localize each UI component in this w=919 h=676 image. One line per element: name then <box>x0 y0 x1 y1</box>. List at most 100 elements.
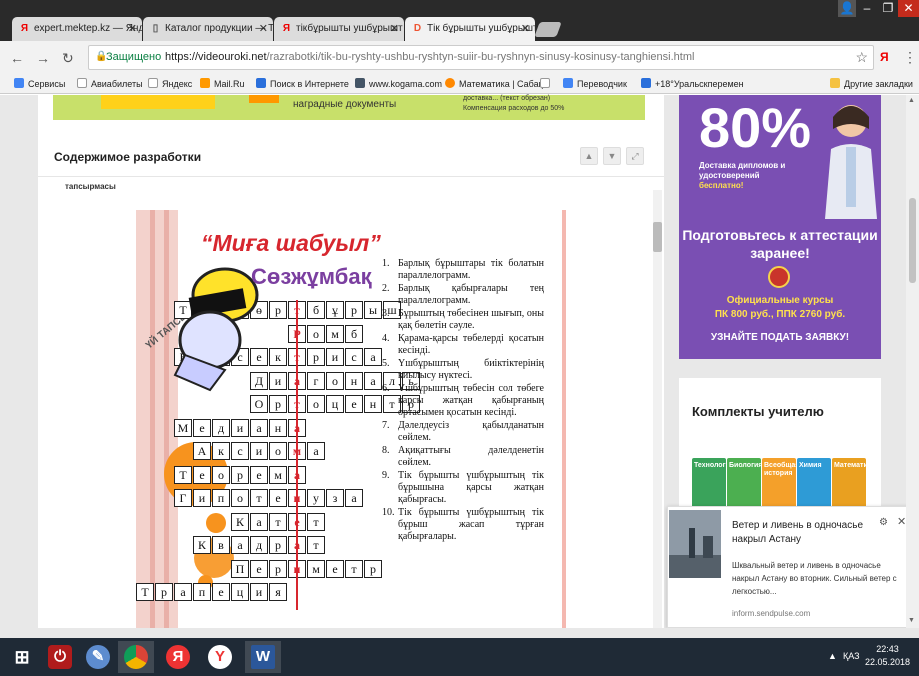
bookmark-item[interactable]: Яндекс <box>148 78 192 89</box>
page-scrollbar[interactable]: ▲ ▼ <box>906 95 919 628</box>
arrow-down-icon[interactable]: ▼ <box>603 147 621 165</box>
document-scrollbar[interactable] <box>653 190 662 628</box>
ad-free-text: бесплатно! <box>699 181 744 190</box>
crossword-cell: и <box>269 371 287 390</box>
bookmark-item[interactable]: Mail.Ru <box>200 78 245 89</box>
close-tab-icon[interactable]: ✕ <box>259 22 268 35</box>
tab-1[interactable]: Я expert.mektep.kz — Янде ✕ <box>12 17 142 41</box>
url-text[interactable]: https://videouroki.net/razrabotki/tik-bu… <box>165 51 694 63</box>
clock[interactable]: 22:43 22.05.2018 <box>865 643 910 669</box>
crossword-cell: и <box>250 442 268 460</box>
yandex-icon: Я <box>20 23 29 34</box>
bookmark-item[interactable] <box>540 78 554 89</box>
close-icon[interactable]: ✕ <box>897 515 906 528</box>
kit-book-label: Химия <box>799 462 822 469</box>
crossword-cell: К <box>231 512 249 531</box>
bookmark-item[interactable]: Переводчик <box>563 78 627 89</box>
bookmark-label: Поиск в Интернете <box>270 79 349 89</box>
clue-list: 1. Барлық бұрыштары тік болатын параллело… <box>382 258 544 544</box>
page-icon <box>77 78 87 88</box>
crossword-cell: з <box>326 489 344 507</box>
power-app-icon[interactable]: ⏻ <box>42 641 78 673</box>
translate-icon <box>563 78 573 88</box>
crossword-cell: р <box>269 395 287 413</box>
bookmark-apps[interactable]: Сервисы <box>14 78 65 89</box>
tab-title: expert.mektep.kz — Янде <box>34 23 142 34</box>
clue-number: 7. <box>382 420 390 431</box>
scroll-down-icon[interactable]: ▼ <box>908 617 915 624</box>
windows-start-icon[interactable]: ⊞ <box>4 641 40 673</box>
clue-text: Қарама-қарсы төбелерді қосатын кесінді. <box>398 333 544 356</box>
arrow-up-icon[interactable]: ▲ <box>580 147 598 165</box>
bookmark-item[interactable]: www.kogama.com <box>355 78 442 89</box>
clue-text: Дәлелдеусіз қабылданатын сөйлем. <box>398 420 544 443</box>
paint-app-icon[interactable]: ✎ <box>80 641 116 673</box>
bookmark-label: Математика | Сабақ <box>459 79 543 89</box>
maximize-button[interactable]: ❐ <box>878 0 898 17</box>
forward-icon[interactable]: → <box>36 50 50 66</box>
bookmark-item[interactable]: Математика | Сабақ <box>445 78 543 89</box>
crossword-cell: р <box>345 301 363 319</box>
ad-banner[interactable]: 80% Доставка дипломов и удостоверений бес… <box>679 95 881 359</box>
push-notification[interactable]: Ветер и ливень в одночасье накрыл Астану… <box>667 506 911 628</box>
other-bookmarks[interactable]: Другие закладки <box>830 78 913 89</box>
crossword-cell: о <box>307 324 325 343</box>
tab-2[interactable]: ▯ Каталог продукции — Т ✕ <box>143 17 273 41</box>
word-app-icon[interactable]: W <box>245 641 281 673</box>
close-tab-icon[interactable]: ✕ <box>128 22 137 35</box>
crossword-cell: м <box>326 324 344 343</box>
clue-text: Бұрыштың төбесінен шығып, оны қақ бөлеті… <box>398 308 544 331</box>
clue-number: 9. <box>382 470 390 481</box>
tab-4-active[interactable]: D Тік бұрышты ушбұрышт ✕ <box>405 17 535 41</box>
tab-title: тікбұрышты ушбұрышт <box>296 23 403 34</box>
crossword-cell: р <box>364 559 382 578</box>
weather-icon <box>641 78 651 88</box>
bookmark-item[interactable]: Поиск в Интернете <box>256 78 349 89</box>
crossword-cell: е <box>250 559 268 578</box>
fullscreen-icon[interactable]: ⤢ <box>626 147 644 165</box>
user-icon[interactable]: 👤 <box>838 0 856 17</box>
scroll-up-icon[interactable]: ▲ <box>908 97 915 104</box>
clue-number: 5. <box>382 358 390 369</box>
math-icon <box>445 78 455 88</box>
banner-button[interactable] <box>101 95 215 109</box>
chrome-app-icon[interactable] <box>118 641 154 673</box>
tab-3[interactable]: Я тікбұрышты ушбұрышт ✕ <box>274 17 404 41</box>
bookmark-star-icon[interactable]: ☆ <box>855 49 868 66</box>
crossword-cell: н <box>364 395 382 413</box>
crossword-cell: а <box>364 348 382 366</box>
close-tab-icon[interactable]: ✕ <box>521 22 530 35</box>
bookmark-item[interactable]: Авиабилеты <box>77 78 143 89</box>
new-tab-button[interactable] <box>534 22 562 37</box>
crossword-cell: е <box>212 583 230 601</box>
clue-number: 10. <box>382 507 395 518</box>
secure-label: Защищено <box>106 51 162 63</box>
keyword-column <box>296 300 298 610</box>
reload-icon[interactable]: ↻ <box>62 50 74 67</box>
banner-text: Компенсация расходов до 50% <box>463 105 565 112</box>
bookmark-item[interactable]: +18°Уральскперемен <box>641 78 744 89</box>
yandex-app-icon[interactable]: Я <box>160 641 196 673</box>
content-title: Содержимое разработки <box>54 150 202 164</box>
minimize-button[interactable]: – <box>856 0 878 17</box>
omnibox[interactable]: 🔒 Защищено https://videouroki.net/razrab… <box>88 45 874 70</box>
bookmarks-bar: Сервисы Авиабилеты Яндекс Mail.Ru Поиск … <box>0 74 919 94</box>
promo-banner[interactable]: наградные документы доставка... (текст о… <box>53 95 645 120</box>
clue-text: Ақиқаттығы дәлелденетін сөйлем. <box>398 445 544 468</box>
close-window-button[interactable]: ✕ <box>898 0 919 17</box>
ad-cta-button[interactable]: УЗНАЙТЕ ПОДАТЬ ЗАЯВКУ! <box>679 332 881 343</box>
palette-icon: ✎ <box>86 645 110 669</box>
tray-arrow-icon[interactable]: ▲ <box>828 651 837 661</box>
menu-icon[interactable]: ⋮ <box>903 49 917 66</box>
language-indicator[interactable]: ҚАЗ <box>843 651 860 661</box>
yandex-extension-icon[interactable]: Я <box>880 50 889 64</box>
ad-big-number: 80% <box>699 96 812 159</box>
close-tab-icon[interactable]: ✕ <box>390 22 399 35</box>
back-icon[interactable]: ← <box>10 50 24 66</box>
gear-icon[interactable]: ⚙ <box>879 517 888 528</box>
scroll-thumb[interactable] <box>653 222 662 252</box>
page-icon <box>148 78 158 88</box>
crossword-cell: П <box>231 559 249 578</box>
scroll-thumb[interactable] <box>909 198 916 283</box>
yandex-browser-app-icon[interactable]: Y <box>202 641 238 673</box>
